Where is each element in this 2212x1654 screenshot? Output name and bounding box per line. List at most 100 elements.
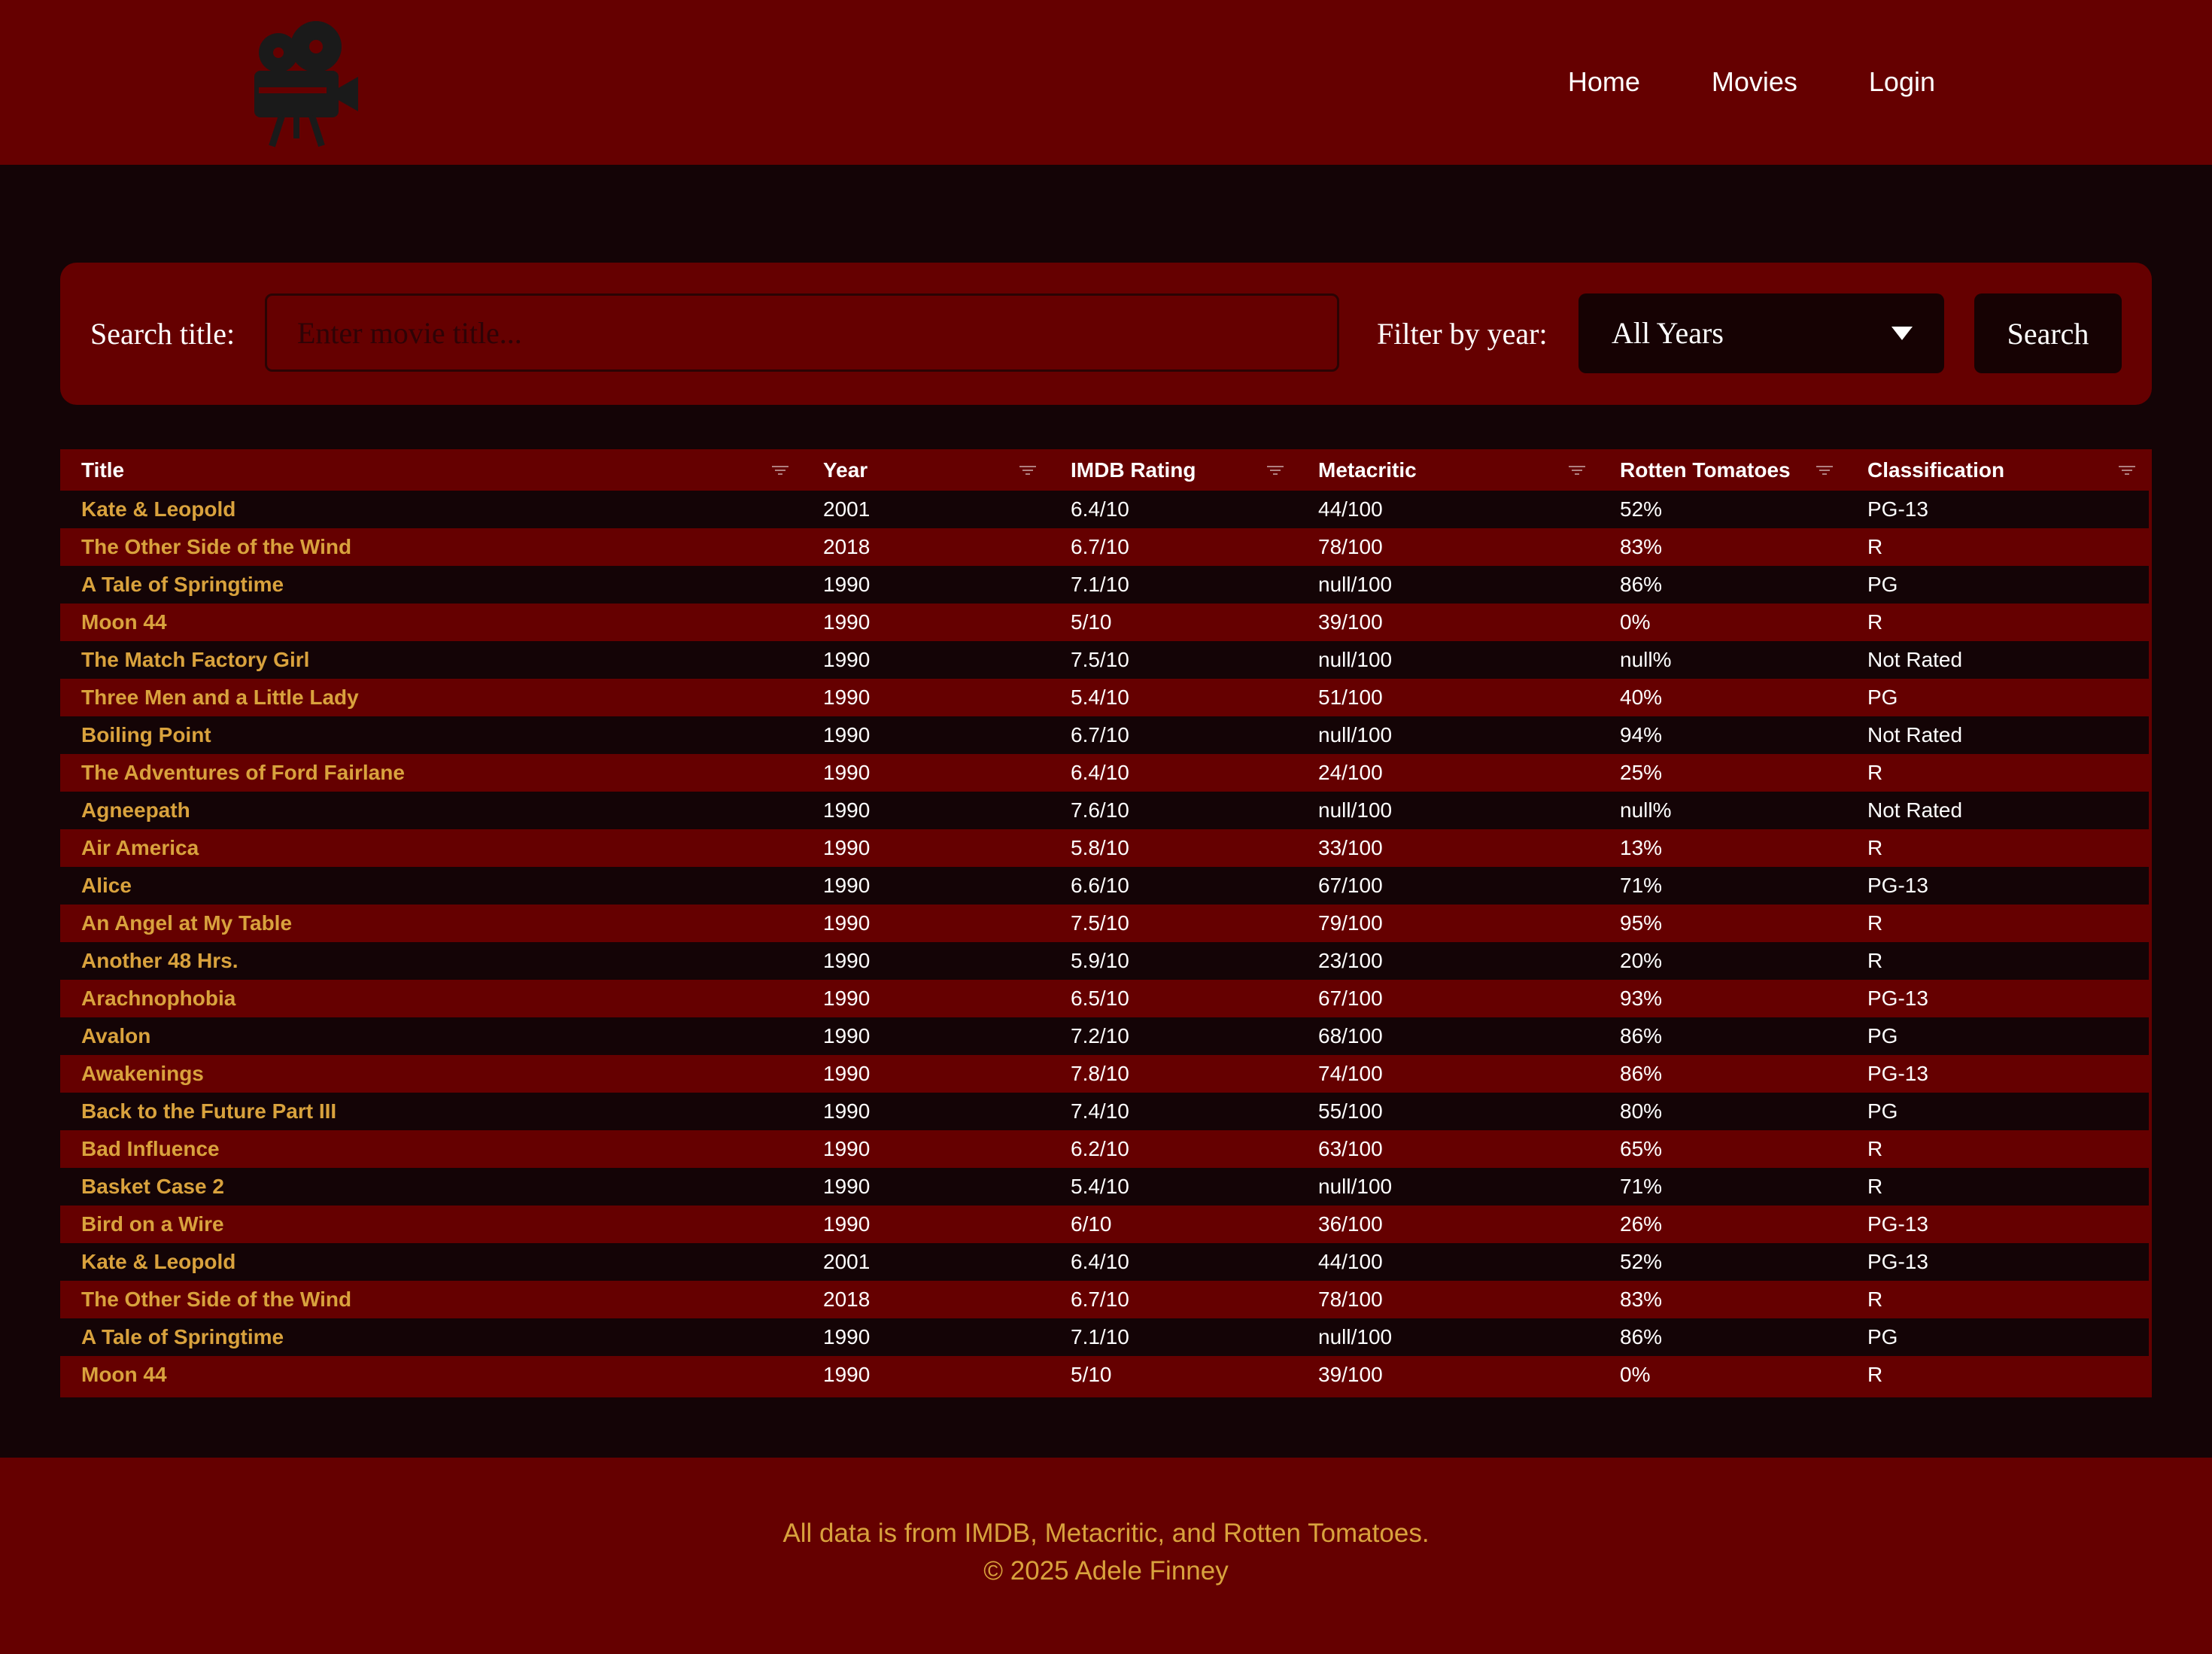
- table-cell: 1990: [802, 980, 1050, 1017]
- table-cell: 80%: [1599, 1093, 1846, 1130]
- column-header[interactable]: Year: [802, 449, 1050, 491]
- movie-title-link[interactable]: Kate & Leopold: [60, 491, 802, 528]
- main-nav: Home Movies Login: [1496, 60, 1935, 104]
- filter-icon[interactable]: [772, 466, 788, 476]
- filter-icon[interactable]: [1816, 466, 1833, 476]
- table-cell: PG-13: [1846, 1206, 2149, 1243]
- movie-title-link[interactable]: Bird on a Wire: [60, 1206, 802, 1243]
- movie-title-link[interactable]: Arachnophobia: [60, 980, 802, 1017]
- movie-title-link[interactable]: The Match Factory Girl: [60, 641, 802, 679]
- column-header-label: Year: [823, 458, 868, 482]
- table-cell: 39/100: [1297, 604, 1599, 641]
- table-row[interactable]: Back to the Future Part III 1990 7.4/10 55/…: [60, 1093, 2149, 1130]
- table-cell: Not Rated: [1846, 641, 2149, 679]
- column-header-label: IMDB Rating: [1071, 458, 1196, 482]
- table-row[interactable]: Moon 44 1990 5/10 39/100 0% R: [60, 604, 2149, 641]
- table-row[interactable]: A Tale of Springtime 1990 7.1/10 null/100 86…: [60, 566, 2149, 604]
- movie-title-link[interactable]: Boiling Point: [60, 716, 802, 754]
- movie-title-link[interactable]: The Other Side of the Wind: [60, 1281, 802, 1318]
- table-cell: 1990: [802, 1318, 1050, 1356]
- table-body: Kate & Leopold 2001 6.4/10 44/100 52% PG-13 Th…: [60, 491, 2149, 1394]
- table-row[interactable]: A Tale of Springtime 1990 7.1/10 null/100 86…: [60, 1318, 2149, 1356]
- filter-icon[interactable]: [1267, 466, 1284, 476]
- movie-title-link[interactable]: Awakenings: [60, 1055, 802, 1093]
- table-cell: null%: [1599, 641, 1846, 679]
- movie-title-link[interactable]: A Tale of Springtime: [60, 1318, 802, 1356]
- table-cell: R: [1846, 604, 2149, 641]
- search-title-input[interactable]: [265, 293, 1339, 372]
- movie-title-link[interactable]: Agneepath: [60, 792, 802, 829]
- table-row[interactable]: Agneepath 1990 7.6/10 null/100 null% Not Rate…: [60, 792, 2149, 829]
- table-row[interactable]: Air America 1990 5.8/10 33/100 13% R: [60, 829, 2149, 867]
- table-row[interactable]: An Angel at My Table 1990 7.5/10 79/100 95% R: [60, 905, 2149, 942]
- table-row[interactable]: The Other Side of the Wind 2018 6.7/10 78/1…: [60, 1281, 2149, 1318]
- movie-title-link[interactable]: Air America: [60, 829, 802, 867]
- movie-title-link[interactable]: Moon 44: [60, 1356, 802, 1394]
- filter-icon[interactable]: [1019, 466, 1036, 476]
- movie-title-link[interactable]: Kate & Leopold: [60, 1243, 802, 1281]
- table-cell: 1990: [802, 604, 1050, 641]
- table-row[interactable]: The Other Side of the Wind 2018 6.7/10 78/1…: [60, 528, 2149, 566]
- movie-title-link[interactable]: Back to the Future Part III: [60, 1093, 802, 1130]
- table-cell: 1990: [802, 1017, 1050, 1055]
- column-header[interactable]: Classification: [1846, 449, 2149, 491]
- table-row[interactable]: Bird on a Wire 1990 6/10 36/100 26% PG-13: [60, 1206, 2149, 1243]
- table-row[interactable]: Boiling Point 1990 6.7/10 null/100 94% Not Ra…: [60, 716, 2149, 754]
- movie-title-link[interactable]: Bad Influence: [60, 1130, 802, 1168]
- table-cell: 6/10: [1050, 1206, 1297, 1243]
- column-header[interactable]: IMDB Rating: [1050, 449, 1297, 491]
- column-header[interactable]: Rotten Tomatoes: [1599, 449, 1846, 491]
- movie-title-link[interactable]: Another 48 Hrs.: [60, 942, 802, 980]
- table-cell: PG-13: [1846, 867, 2149, 905]
- nav-home[interactable]: Home: [1568, 60, 1640, 104]
- table-cell: R: [1846, 1168, 2149, 1206]
- table-row[interactable]: Kate & Leopold 2001 6.4/10 44/100 52% PG-13: [60, 491, 2149, 528]
- search-button[interactable]: Search: [1974, 293, 2122, 373]
- table-cell: 1990: [802, 1093, 1050, 1130]
- table-row[interactable]: Three Men and a Little Lady 1990 5.4/10 51/…: [60, 679, 2149, 716]
- table-cell: 40%: [1599, 679, 1846, 716]
- movie-title-link[interactable]: Alice: [60, 867, 802, 905]
- table-cell: 2001: [802, 1243, 1050, 1281]
- table-row[interactable]: Bad Influence 1990 6.2/10 63/100 65% R: [60, 1130, 2149, 1168]
- table-row[interactable]: Basket Case 2 1990 5.4/10 null/100 71% R: [60, 1168, 2149, 1206]
- footer-copyright: © 2025 Adele Finney: [983, 1556, 1229, 1586]
- column-header[interactable]: Title: [60, 449, 802, 491]
- table-cell: 86%: [1599, 1055, 1846, 1093]
- site-footer: All data is from IMDB, Metacritic, and R…: [0, 1458, 2212, 1654]
- movie-title-link[interactable]: Basket Case 2: [60, 1168, 802, 1206]
- film-camera-icon[interactable]: [248, 17, 361, 148]
- table-row[interactable]: Avalon 1990 7.2/10 68/100 86% PG: [60, 1017, 2149, 1055]
- movie-title-link[interactable]: A Tale of Springtime: [60, 566, 802, 604]
- table-cell: 7.8/10: [1050, 1055, 1297, 1093]
- movie-title-link[interactable]: Three Men and a Little Lady: [60, 679, 802, 716]
- table-cell: 1990: [802, 1130, 1050, 1168]
- filter-icon[interactable]: [2119, 466, 2135, 476]
- table-cell: PG-13: [1846, 491, 2149, 528]
- table-row[interactable]: Moon 44 1990 5/10 39/100 0% R: [60, 1356, 2149, 1394]
- table-row[interactable]: The Match Factory Girl 1990 7.5/10 null/100…: [60, 641, 2149, 679]
- year-select[interactable]: All Years: [1578, 293, 1944, 373]
- nav-movies[interactable]: Movies: [1712, 60, 1797, 104]
- column-header[interactable]: Metacritic: [1297, 449, 1599, 491]
- table-row[interactable]: Another 48 Hrs. 1990 5.9/10 23/100 20% R: [60, 942, 2149, 980]
- movie-title-link[interactable]: Avalon: [60, 1017, 802, 1055]
- filter-icon[interactable]: [1569, 466, 1585, 476]
- movie-title-link[interactable]: The Adventures of Ford Fairlane: [60, 754, 802, 792]
- table-cell: 5.4/10: [1050, 1168, 1297, 1206]
- table-cell: 6.7/10: [1050, 716, 1297, 754]
- table-cell: null/100: [1297, 1168, 1599, 1206]
- movie-title-link[interactable]: An Angel at My Table: [60, 905, 802, 942]
- table-cell: 39/100: [1297, 1356, 1599, 1394]
- nav-login[interactable]: Login: [1869, 60, 1935, 104]
- table-row[interactable]: The Adventures of Ford Fairlane 1990 6.4/1…: [60, 754, 2149, 792]
- column-header-label: Classification: [1867, 458, 2005, 482]
- table-row[interactable]: Awakenings 1990 7.8/10 74/100 86% PG-13: [60, 1055, 2149, 1093]
- table-row[interactable]: Kate & Leopold 2001 6.4/10 44/100 52% PG-13: [60, 1243, 2149, 1281]
- table-cell: 86%: [1599, 1017, 1846, 1055]
- movie-title-link[interactable]: Moon 44: [60, 604, 802, 641]
- table-row[interactable]: Alice 1990 6.6/10 67/100 71% PG-13: [60, 867, 2149, 905]
- table-cell: 2001: [802, 491, 1050, 528]
- movie-title-link[interactable]: The Other Side of the Wind: [60, 528, 802, 566]
- table-row[interactable]: Arachnophobia 1990 6.5/10 67/100 93% PG-13: [60, 980, 2149, 1017]
